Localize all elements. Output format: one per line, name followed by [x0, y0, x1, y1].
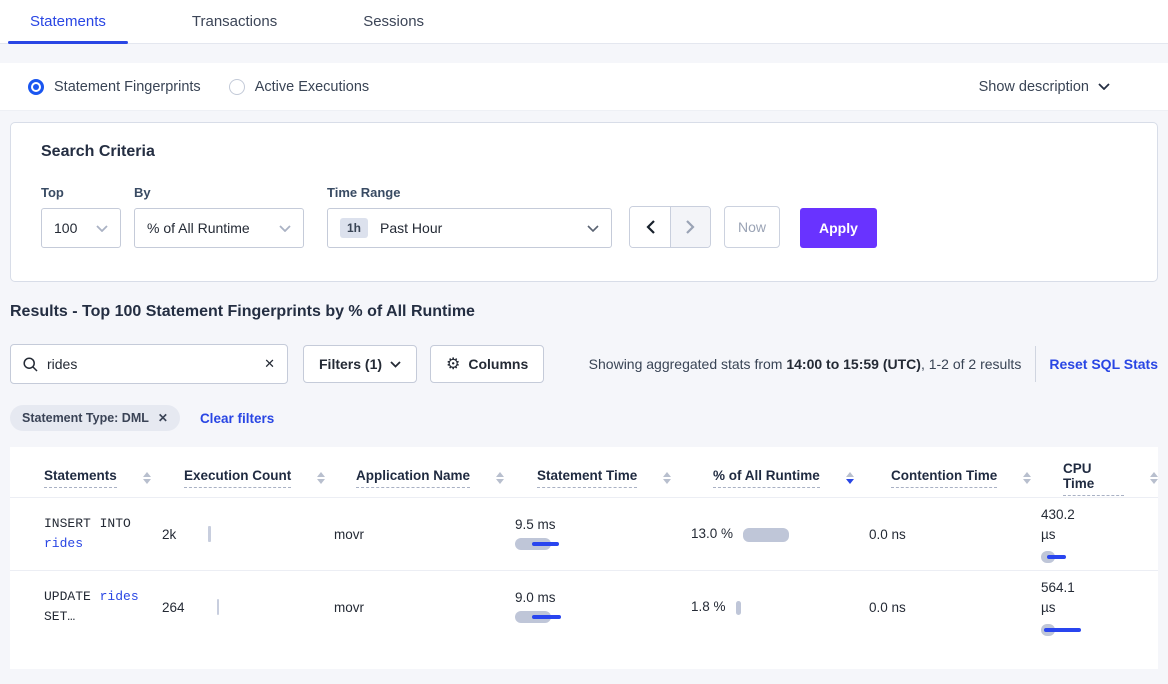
table-header-row: Statements Execution Count Application N…: [10, 447, 1158, 497]
cpu-time-bar: [1041, 623, 1101, 637]
search-criteria-title: Search Criteria: [41, 143, 1127, 161]
filter-chip-statement-type[interactable]: Statement Type: DML ✕: [10, 405, 180, 431]
application-name-cell: movr: [334, 600, 515, 615]
execution-count-bar: [217, 599, 219, 615]
chevron-left-icon: [646, 220, 655, 234]
time-range-badge: 1h: [340, 218, 368, 238]
pct-runtime-cell: 13.0 %: [691, 524, 869, 544]
search-input[interactable]: [47, 356, 264, 372]
column-header-execution-count: Execution Count: [184, 468, 356, 488]
show-description-label: Show description: [979, 79, 1089, 95]
application-name-cell: movr: [334, 527, 515, 542]
next-time-button[interactable]: [670, 207, 710, 247]
statement-time-cell: 9.0 ms: [515, 590, 691, 624]
clear-filters-link[interactable]: Clear filters: [200, 411, 274, 426]
chevron-right-icon: [686, 220, 695, 234]
statement-fingerprint: UPDATE rides SET…: [44, 587, 162, 627]
by-select[interactable]: % of All Runtime: [134, 208, 304, 248]
chevron-down-icon: [587, 225, 599, 232]
top-select[interactable]: 100: [41, 208, 121, 248]
search-criteria-card: Search Criteria Top 100 By % of All Runt…: [10, 122, 1158, 282]
radio-statement-fingerprints[interactable]: Statement Fingerprints: [28, 79, 201, 95]
tab-statements[interactable]: Statements: [8, 0, 128, 43]
by-label: By: [134, 185, 304, 200]
previous-time-button[interactable]: [630, 207, 670, 247]
statement-link[interactable]: rides: [44, 536, 83, 551]
pct-runtime-bar: [743, 527, 795, 541]
sort-icon[interactable]: [1150, 472, 1158, 484]
column-header-pct-all-runtime: % of All Runtime: [713, 468, 891, 488]
statement-time-bar: [515, 537, 605, 551]
radio-label: Statement Fingerprints: [54, 79, 201, 95]
columns-button[interactable]: ⚙ Columns: [430, 345, 544, 383]
radio-selected-icon: [28, 79, 44, 95]
filters-button-label: Filters (1): [319, 356, 382, 372]
cpu-time-bar: [1041, 550, 1101, 564]
show-description-toggle[interactable]: Show description: [979, 79, 1110, 95]
cpu-time-cell: 564.1 µs: [1041, 578, 1158, 637]
sort-icon[interactable]: [496, 472, 504, 484]
active-filters-row: Statement Type: DML ✕ Clear filters: [10, 405, 1158, 431]
columns-button-label: Columns: [468, 356, 528, 372]
time-nav-group: [629, 206, 711, 248]
column-header-contention-time: Contention Time: [891, 468, 1063, 488]
radio-label: Active Executions: [255, 79, 369, 95]
chevron-down-icon: [279, 225, 291, 232]
view-mode-strip: Statement Fingerprints Active Executions…: [0, 63, 1168, 111]
column-header-cpu-time: CPU Time: [1063, 461, 1158, 496]
chevron-down-icon: [96, 225, 108, 232]
time-range-label: Time Range: [327, 185, 612, 200]
column-header-application-name: Application Name: [356, 468, 537, 488]
sort-icon[interactable]: [1023, 472, 1031, 484]
sort-icon-active-desc[interactable]: [846, 472, 854, 484]
clear-search-icon[interactable]: ✕: [264, 356, 275, 372]
results-toolbar: ✕ Filters (1) ⚙ Columns Showing aggregat…: [10, 344, 1158, 384]
chevron-down-icon: [390, 361, 401, 368]
column-header-statements: Statements: [44, 468, 184, 488]
top-tab-bar: Statements Transactions Sessions: [0, 0, 1168, 44]
chevron-down-icon: [1098, 83, 1110, 90]
sort-icon[interactable]: [663, 472, 671, 484]
apply-button[interactable]: Apply: [800, 208, 877, 248]
reset-sql-stats-link[interactable]: Reset SQL Stats: [1049, 356, 1158, 372]
statements-table: Statements Execution Count Application N…: [10, 447, 1158, 669]
filter-chip-label: Statement Type: DML: [22, 411, 149, 425]
execution-count-bar: [208, 526, 211, 542]
gear-icon: ⚙: [446, 354, 460, 374]
time-range-value: Past Hour: [380, 220, 442, 236]
statement-time-cell: 9.5 ms: [515, 517, 691, 551]
statement-time-bar: [515, 610, 605, 624]
tab-sessions[interactable]: Sessions: [341, 0, 446, 43]
sort-icon[interactable]: [317, 472, 325, 484]
execution-count-cell: 2k: [162, 526, 334, 542]
radio-unselected-icon: [229, 79, 245, 95]
aggregated-stats-text: Showing aggregated stats from 14:00 to 1…: [589, 356, 1022, 372]
statement-fingerprint: INSERT INTO rides: [44, 514, 162, 554]
radio-active-executions[interactable]: Active Executions: [229, 79, 369, 95]
table-row[interactable]: INSERT INTO rides 2k movr 9.5 ms 13.0 % …: [10, 497, 1158, 570]
stats-time-range: 14:00 to 15:59 (UTC): [786, 356, 921, 372]
execution-count-cell: 264: [162, 599, 334, 615]
top-label: Top: [41, 185, 121, 200]
statement-search-box[interactable]: ✕: [10, 344, 288, 384]
contention-time-cell: 0.0 ns: [869, 600, 1041, 615]
top-select-value: 100: [54, 220, 77, 236]
statement-link[interactable]: rides: [100, 589, 139, 604]
tab-transactions[interactable]: Transactions: [170, 0, 299, 43]
remove-filter-icon[interactable]: ✕: [158, 411, 168, 425]
filters-button[interactable]: Filters (1): [303, 345, 417, 383]
contention-time-cell: 0.0 ns: [869, 527, 1041, 542]
pct-runtime-bar: [736, 600, 788, 614]
column-header-statement-time: Statement Time: [537, 468, 713, 488]
sort-icon[interactable]: [143, 472, 151, 484]
toolbar-divider: [1035, 346, 1036, 382]
results-heading: Results - Top 100 Statement Fingerprints…: [10, 303, 1158, 321]
time-range-select[interactable]: 1h Past Hour: [327, 208, 612, 248]
pct-runtime-cell: 1.8 %: [691, 597, 869, 617]
by-select-value: % of All Runtime: [147, 220, 250, 236]
cpu-time-cell: 430.2 µs: [1041, 505, 1158, 564]
now-button[interactable]: Now: [724, 206, 780, 248]
search-icon: [23, 357, 38, 372]
table-row[interactable]: UPDATE rides SET… 264 movr 9.0 ms 1.8 % …: [10, 570, 1158, 643]
